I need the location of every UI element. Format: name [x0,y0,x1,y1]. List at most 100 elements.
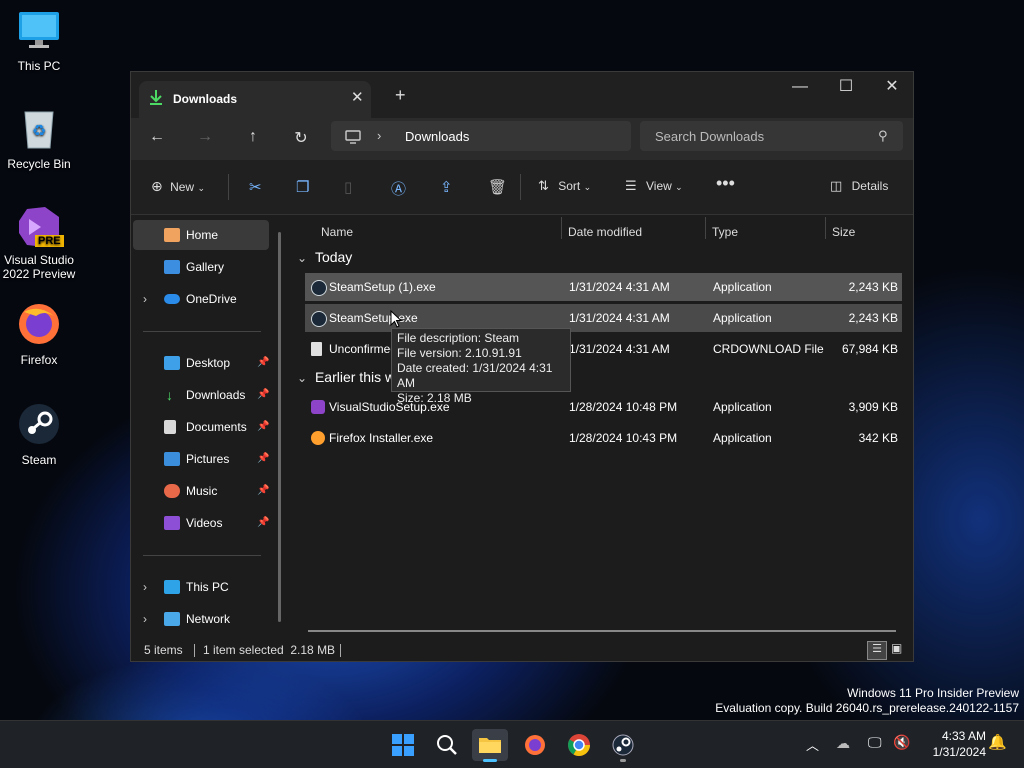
download-arrow-icon: ↓ [166,387,173,403]
folder-icon [479,738,501,753]
tab-downloads[interactable]: Downloads ✕ [139,81,371,118]
sort-label: Sort [558,179,581,193]
steam-file-icon [311,280,327,296]
breadcrumb-downloads[interactable]: Downloads [405,129,469,144]
paste-icon[interactable]: ▯ [344,178,352,196]
nav-gallery[interactable]: Gallery [133,252,269,282]
nav-network[interactable]: › Network [133,604,269,634]
notification-bell-icon[interactable]: 🔔 [988,733,1007,751]
group-header-today[interactable]: ⌄ Today [297,249,352,265]
nav-music[interactable]: Music 📌 [133,476,269,506]
nav-label: This PC [186,580,229,594]
desktop-icon-label: Steam [21,453,57,467]
nav-home[interactable]: Home [133,220,269,250]
delete-icon[interactable]: 🗑 [488,178,507,196]
rename-icon[interactable]: Ⓐ [391,178,406,199]
music-icon [164,484,180,498]
pin-icon: 📌 [257,453,270,464]
more-options-icon[interactable]: ••• [716,173,735,194]
minimize-button[interactable]: — [777,72,823,102]
new-tab-button[interactable]: + [395,85,406,106]
search-icon[interactable] [429,729,465,761]
status-item-count: 5 items [144,643,183,657]
nav-this-pc[interactable]: › This PC [133,572,269,602]
nav-label: Downloads [186,388,246,402]
expand-chevron-icon[interactable]: › [143,284,147,314]
maximize-button[interactable]: ☐ [823,72,869,102]
file-explorer-taskbar-button[interactable] [472,729,508,762]
nav-videos[interactable]: Videos 📌 [133,508,269,538]
desktop-icon-firefox[interactable]: Firefox [1,302,77,367]
nav-scrollbar[interactable] [278,232,281,622]
copy-icon[interactable]: ❐ [296,178,309,196]
column-header-type[interactable]: Type [712,225,738,239]
desktop-icon-this-pc[interactable]: This PC [1,10,77,73]
home-icon [164,228,180,242]
refresh-button[interactable]: ↻ [289,128,313,148]
divider [520,174,521,200]
network-icon[interactable]: 🖵 [868,734,882,751]
details-pane-button[interactable]: ◫ Details [830,178,888,194]
nav-documents[interactable]: Documents 📌 [133,412,269,442]
close-window-button[interactable]: ✕ [869,72,915,102]
file-row[interactable]: VisualStudioSetup.exe 1/28/2024 10:48 PM… [305,393,902,421]
tab-title: Downloads [173,92,238,106]
divider [228,174,229,200]
desktop-icon-visual-studio[interactable]: PRE Visual Studio 2022 Preview [1,203,77,281]
videos-icon [164,516,180,530]
horizontal-scrollbar[interactable] [308,630,896,632]
share-icon[interactable]: ⇪ [440,178,453,196]
nav-label: Videos [186,516,223,530]
nav-label: Network [186,612,231,626]
list-view-icon: ☰ [625,178,637,193]
column-header-date[interactable]: Date modified [568,225,642,239]
file-row[interactable]: Firefox Installer.exe 1/28/2024 10:43 PM… [305,424,902,452]
running-indicator [620,759,626,762]
desktop-icon-label: Firefox [20,353,58,367]
expand-chevron-icon[interactable]: › [143,572,147,602]
chevron-right-icon: › [377,128,382,143]
nav-onedrive[interactable]: › OneDrive [133,284,269,314]
start-windows-icon[interactable] [385,729,421,761]
chrome-icon[interactable] [561,729,597,761]
view-button[interactable]: ☰ View ⌄ [625,178,683,194]
file-date: 1/31/2024 4:31 AM [569,342,670,356]
watermark-build: Evaluation copy. Build 26040.rs_prerelea… [715,701,1019,715]
details-view-toggle[interactable]: ☰ [867,641,887,660]
nav-pictures[interactable]: Pictures 📌 [133,444,269,474]
nav-label: Music [186,484,218,498]
plus-circle-icon: ⊕ [151,178,163,194]
nav-downloads[interactable]: ↓ Downloads 📌 [133,380,269,410]
search-input[interactable]: Search Downloads ⚲ [640,121,903,151]
tooltip-created: Date created: 1/31/2024 4:31 AM [397,361,553,390]
column-header-size[interactable]: Size [832,225,855,239]
nav-desktop[interactable]: Desktop 📌 [133,348,269,378]
firefox-icon[interactable] [517,729,553,761]
file-row[interactable]: SteamSetup (1).exe 1/31/2024 4:31 AM App… [305,273,902,301]
expand-chevron-icon[interactable]: › [143,604,147,634]
monitor-icon [19,12,59,48]
onedrive-icon[interactable]: ☁ [836,735,850,752]
new-button[interactable]: ⊕ New ⌄ [151,178,205,195]
pin-icon: 📌 [257,485,270,496]
details-pane-icon: ◫ [830,178,843,193]
tiles-view-toggle[interactable]: ▣ [891,641,902,655]
column-header-name[interactable]: Name [321,225,353,239]
clock-date: 1/31/2024 [932,745,986,759]
volume-muted-icon[interactable]: 🔇 [893,734,910,751]
clock[interactable]: 4:33 AM 1/31/2024 [918,728,986,760]
address-bar[interactable]: › Downloads [331,121,631,151]
navigation-pane: Home Gallery › OneDrive Desktop 📌 ↓ Down… [131,214,286,639]
sort-button[interactable]: ⇅ Sort ⌄ [538,178,591,194]
steam-taskbar-button[interactable] [605,729,641,762]
forward-button[interactable]: → [193,128,217,146]
up-button[interactable]: ↑ [241,128,265,146]
show-hidden-icons-chevron[interactable]: ︿ [806,735,819,754]
close-tab-icon[interactable]: ✕ [351,88,364,106]
desktop-icon-recycle-bin[interactable]: ♻ Recycle Bin [1,106,77,171]
chevron-down-icon: ⌄ [583,182,592,192]
file-name: Firefox Installer.exe [329,431,434,445]
back-button[interactable]: ← [145,128,169,146]
cut-icon[interactable]: ✂ [249,178,262,196]
desktop-icon-steam[interactable]: Steam [1,402,77,467]
